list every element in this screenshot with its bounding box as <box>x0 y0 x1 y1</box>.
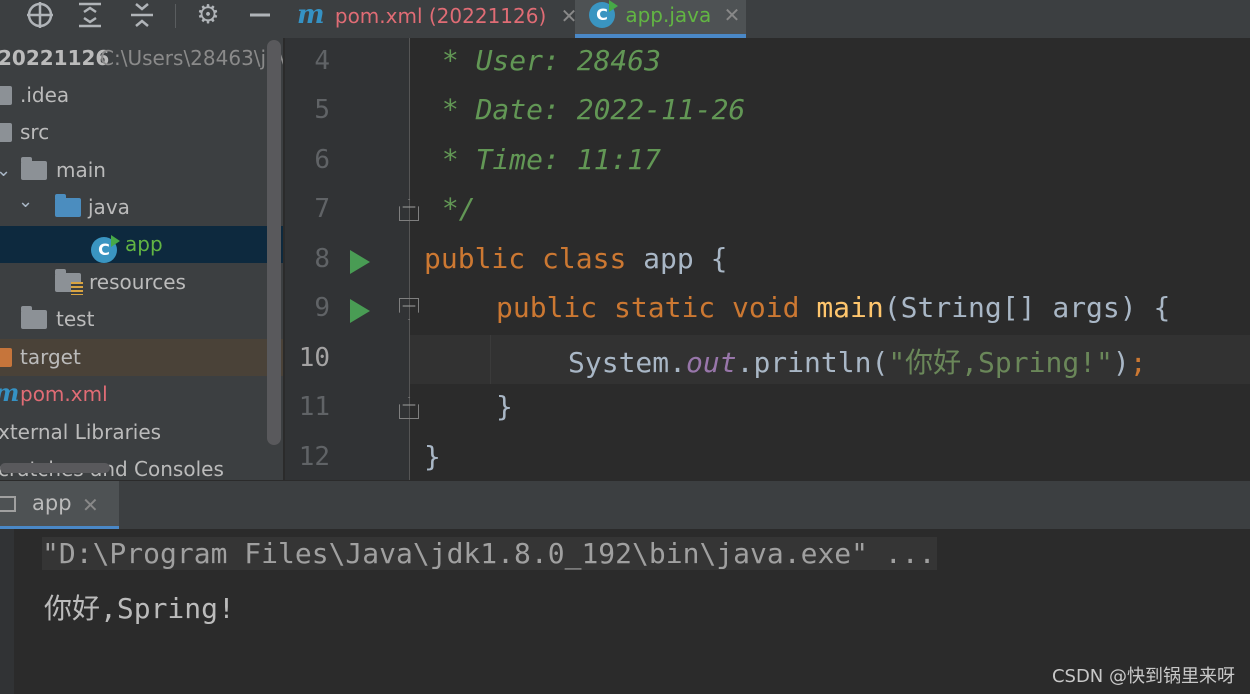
class-icon: C <box>91 230 120 267</box>
chevron-down-icon[interactable]: ⌄ <box>18 183 33 220</box>
indent-guide <box>490 335 491 384</box>
tree-scrollbar[interactable] <box>267 40 281 445</box>
static-field: out <box>686 346 737 379</box>
tree-item-java[interactable]: ⌄ java <box>0 189 283 226</box>
target-icon[interactable] <box>22 0 58 30</box>
project-tree: 20221126 C:\Users\28463\jav .idea src ⌄ … <box>0 38 283 480</box>
excluded-folder-icon <box>0 348 12 367</box>
minimize-icon[interactable] <box>242 0 278 30</box>
tab-label: pom.xml (20221126) <box>334 4 547 28</box>
maven-icon: m <box>0 374 19 411</box>
console-command-line: "D:\Program Files\Java\jdk1.8.0_192\bin\… <box>42 537 938 570</box>
tree-item-src[interactable]: src <box>0 114 283 151</box>
tree-item-label: src <box>20 120 50 144</box>
line-number: 8 <box>314 244 330 274</box>
keyword: static <box>614 291 716 324</box>
resources-marker-icon <box>71 282 83 295</box>
tab-pom-xml[interactable]: m pom.xml (20221126) ✕ <box>297 0 577 38</box>
string-literal: "你好,Spring!" <box>888 346 1113 379</box>
tree-horizontal-scrollbar[interactable] <box>0 463 110 473</box>
code-text: .println( <box>736 346 889 379</box>
tree-item-label: resources <box>89 270 186 294</box>
run-main-icon[interactable] <box>350 299 370 323</box>
close-icon[interactable]: ✕ <box>82 493 99 517</box>
run-window-gutter <box>0 529 14 694</box>
tree-item-resources[interactable]: resources <box>0 264 283 301</box>
tree-item-app[interactable]: C app <box>0 226 283 263</box>
code-text: ) <box>1112 346 1130 379</box>
method-name: main <box>816 291 884 324</box>
code-text: System. <box>568 346 687 379</box>
run-tab-label: app <box>32 491 72 515</box>
toolbar-divider <box>175 4 176 28</box>
tab-app-java[interactable]: C app.java ✕ <box>575 0 746 38</box>
expand-all-icon[interactable] <box>72 0 108 30</box>
run-window-header <box>0 481 1250 529</box>
code-line-5: * Date: 2022-11-26 <box>425 93 746 126</box>
line-number: 12 <box>298 442 330 472</box>
console-program-output: 你好,Spring! <box>44 592 235 625</box>
tree-item-label: target <box>20 345 81 369</box>
tree-item-label: java <box>88 195 130 219</box>
watermark: CSDN @快到锅里来呀 <box>1051 666 1235 687</box>
code-line-11: } <box>496 390 513 423</box>
line-number: 9 <box>314 293 330 323</box>
tree-item-external-libraries[interactable]: xternal Libraries <box>0 414 283 451</box>
code-line-12: } <box>424 440 441 473</box>
code-line-9: public static void main(String[] args) { <box>496 291 1170 324</box>
gear-icon[interactable]: ⚙ <box>190 0 226 30</box>
tree-root[interactable]: 20221126 C:\Users\28463\jav <box>0 40 283 77</box>
tree-item-target[interactable]: target <box>0 339 283 376</box>
tree-item-pom[interactable]: m pom.xml <box>0 376 283 413</box>
tree-item-label: app <box>125 232 163 256</box>
tree-item-label: test <box>56 307 95 331</box>
keyword: public <box>424 242 526 275</box>
tab-run-app[interactable]: app ✕ <box>0 481 119 529</box>
folder-icon <box>0 123 12 142</box>
class-icon: C <box>589 0 618 28</box>
folder-icon <box>21 157 47 180</box>
tree-item-main[interactable]: ⌄ main <box>0 152 283 189</box>
chevron-down-icon[interactable]: ⌄ <box>0 152 11 189</box>
line-number: 4 <box>314 46 330 76</box>
folder-icon <box>21 306 47 329</box>
code-line-6: * Time: 11:17 <box>425 143 662 176</box>
line-number: 11 <box>298 392 330 422</box>
tree-item-test[interactable]: test <box>0 301 283 338</box>
line-number-current: 10 <box>298 343 330 373</box>
project-toolbar: ⚙ <box>0 0 285 39</box>
maven-icon: m <box>297 0 325 30</box>
tree-item-label: main <box>56 158 106 182</box>
console-icon <box>0 496 16 512</box>
line-number: 5 <box>314 95 330 125</box>
source-folder-icon <box>55 194 81 217</box>
keyword: class <box>542 242 627 275</box>
code-line-4: * User: 28463 <box>425 44 662 77</box>
line-number: 6 <box>314 145 330 175</box>
code-line-10: System.out.println("你好,Spring!"); <box>568 341 1147 381</box>
code-text: app { <box>643 242 728 275</box>
code-line-7: */ <box>425 192 476 225</box>
editor-tab-bar: m pom.xml (20221126) ✕ C app.java ✕ <box>285 0 1250 39</box>
code-text: (String[] args) { <box>883 291 1171 324</box>
folder-icon <box>0 86 12 105</box>
code-line-8: public class app { <box>424 242 727 275</box>
project-root-path: C:\Users\28463\jav <box>100 46 283 70</box>
tree-item-label: .idea <box>20 83 70 107</box>
keyword: public <box>496 291 598 324</box>
tree-item-idea[interactable]: .idea <box>0 77 283 114</box>
tree-item-label: xternal Libraries <box>0 420 162 444</box>
run-class-icon[interactable] <box>350 250 370 274</box>
line-number: 7 <box>314 194 330 224</box>
tree-item-label: pom.xml <box>20 382 108 406</box>
tab-label: app.java <box>625 3 712 27</box>
keyword: void <box>732 291 800 324</box>
project-root-name: 20221126 <box>0 46 110 70</box>
close-icon[interactable]: ✕ <box>724 3 741 27</box>
semicolon: ; <box>1129 346 1147 379</box>
collapse-all-icon[interactable] <box>124 0 160 30</box>
